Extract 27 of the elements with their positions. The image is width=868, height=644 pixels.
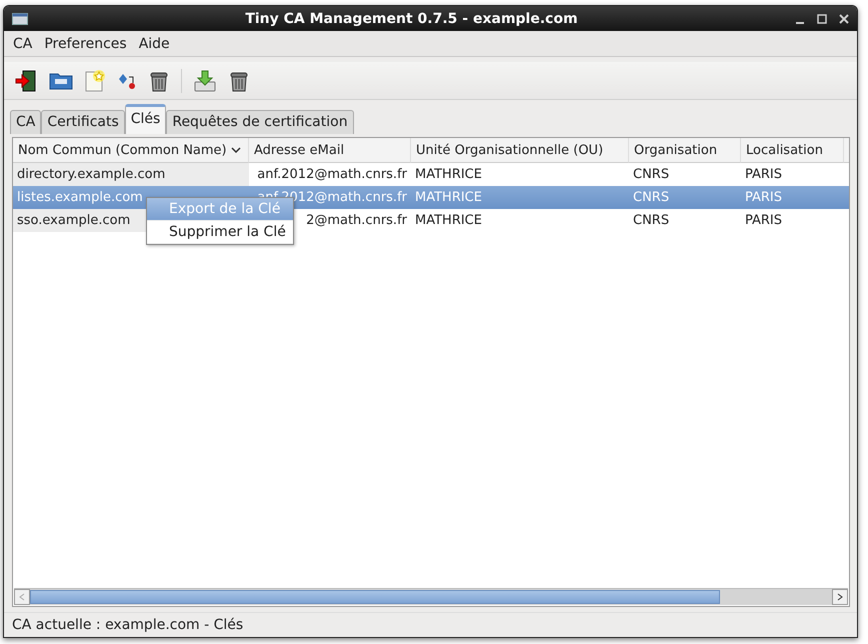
tab[interactable]: Certificats <box>41 110 125 134</box>
tab[interactable]: Requêtes de certification <box>166 110 354 134</box>
maximize-icon[interactable] <box>817 14 827 24</box>
column-header[interactable]: Adresse eMail <box>249 138 411 163</box>
window-icon <box>12 12 28 24</box>
table-cell: CNRS <box>629 186 741 209</box>
column-header[interactable]: Nom Commun (Common Name) <box>13 138 249 163</box>
menu-item[interactable]: CA <box>10 36 36 52</box>
close-icon[interactable] <box>839 14 849 24</box>
folder-icon[interactable] <box>49 70 73 90</box>
scroll-right-icon[interactable] <box>832 589 848 605</box>
table-cell: PARIS <box>741 186 844 209</box>
column-header[interactable]: Localisation <box>741 138 844 163</box>
window-title: Tiny CA Management 0.7.5 - example.com <box>244 10 579 26</box>
table-cell: directory.example.com <box>13 163 249 186</box>
door-arrow-icon[interactable] <box>14 68 38 92</box>
menu-item[interactable]: Aide <box>136 36 173 52</box>
context-menu-item[interactable]: Supprimer la Clé <box>147 221 293 244</box>
column-header[interactable]: Unité Organisationnelle (OU) <box>411 138 629 163</box>
menu-item[interactable]: Preferences <box>41 36 130 52</box>
column-header[interactable]: Organisation <box>629 138 741 163</box>
tab[interactable]: CA <box>10 110 42 134</box>
download-tray-icon[interactable] <box>193 68 217 92</box>
table-cell: MATHRICE <box>411 186 629 209</box>
new-document-icon[interactable] <box>84 68 106 92</box>
tab[interactable]: Clés <box>124 104 166 134</box>
status-text: CA actuelle : example.com - Clés <box>4 612 857 637</box>
